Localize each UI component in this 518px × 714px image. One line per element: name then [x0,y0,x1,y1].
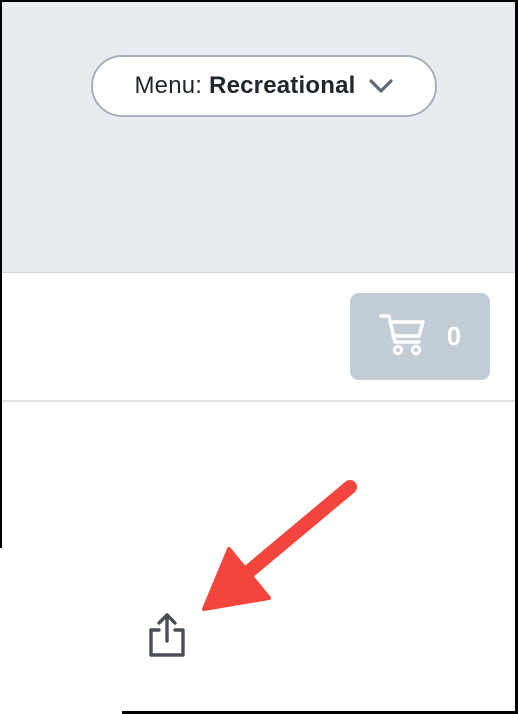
cart-button[interactable]: 0 [350,293,490,380]
frame-edge-left [0,0,2,548]
share-icon [149,613,185,657]
page: Menu: Recreational 0 [0,0,518,714]
cart-icon [379,310,427,363]
section-divider [0,400,518,402]
menu-selector-label: Menu: [134,72,203,99]
menu-selector-button[interactable]: Menu: Recreational [91,55,437,117]
frame-edge-top [0,0,518,2]
header-band: Menu: Recreational [0,0,518,273]
share-button[interactable] [145,612,189,658]
menu-selector-text: Menu: Recreational [134,72,355,100]
chevron-down-icon [368,73,394,99]
menu-selector-value: Recreational [209,72,356,99]
cart-count: 0 [446,321,462,351]
